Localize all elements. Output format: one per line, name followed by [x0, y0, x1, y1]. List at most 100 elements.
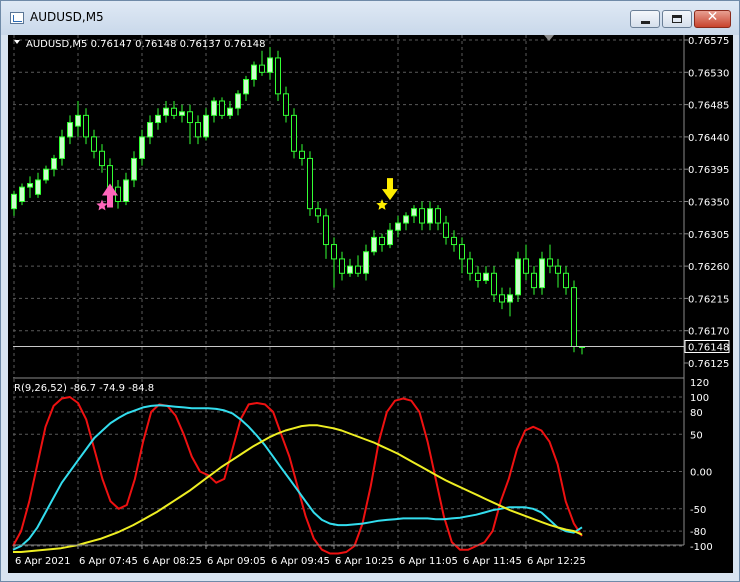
- bear-candle: [435, 208, 441, 224]
- bear-candle: [187, 111, 193, 124]
- indicator-tick-label: 100: [690, 393, 709, 404]
- bull-candle: [75, 114, 81, 127]
- current-price-label: 0.76148: [688, 342, 729, 353]
- bear-candle: [571, 287, 577, 347]
- time-tick-label: 6 Apr 09:45: [271, 556, 330, 567]
- bull-candle: [11, 193, 17, 210]
- bull-candle: [507, 294, 513, 303]
- time-tick-label: 6 Apr 12:25: [527, 556, 586, 567]
- bull-candle: [67, 122, 73, 138]
- bear-candle: [379, 236, 385, 246]
- bear-candle: [195, 122, 201, 138]
- bull-candle: [123, 179, 129, 202]
- bear-candle: [291, 114, 297, 152]
- bear-candle: [91, 136, 97, 152]
- bear-candle: [531, 272, 537, 289]
- indicator-header: R(9,26,52) -86.7 -74.9 -84.8: [14, 383, 154, 394]
- bull-candle: [27, 183, 33, 188]
- time-tick-label: 6 Apr 2021: [15, 556, 70, 567]
- bull-candle: [539, 258, 545, 289]
- maximize-icon: [672, 15, 682, 23]
- bull-candle: [403, 215, 409, 224]
- bull-candle: [515, 258, 521, 296]
- price-tick-label: 0.76215: [688, 294, 729, 305]
- time-tick-label: 6 Apr 09:05: [207, 556, 266, 567]
- bear-candle: [547, 258, 553, 267]
- bear-candle: [299, 150, 305, 159]
- bull-candle: [203, 114, 209, 138]
- bull-candle: [483, 272, 489, 281]
- price-tick-label: 0.76440: [688, 133, 729, 144]
- bull-candle: [35, 179, 41, 195]
- bear-candle: [475, 272, 481, 281]
- bull-candle: [243, 78, 249, 95]
- minimize-icon: [641, 21, 650, 24]
- bear-candle: [99, 150, 105, 167]
- bear-candle: [451, 236, 457, 246]
- bear-candle: [83, 114, 89, 138]
- price-tick-label: 0.76350: [688, 198, 729, 209]
- bear-candle: [283, 93, 289, 116]
- price-tick-label: 0.76305: [688, 230, 729, 241]
- close-button[interactable]: ✕: [694, 9, 731, 28]
- bull-candle: [147, 122, 153, 138]
- price-tick-label: 0.76260: [688, 262, 729, 273]
- bull-candle: [427, 208, 433, 224]
- bear-candle: [307, 157, 313, 210]
- main-chart-header: AUDUSD,M5 0.76147 0.76148 0.76137 0.7614…: [26, 39, 266, 50]
- bull-candle: [163, 107, 169, 116]
- bull-candle: [43, 168, 49, 181]
- bear-candle: [323, 215, 329, 246]
- price-tick-label: 0.76125: [688, 359, 729, 370]
- bull-candle: [347, 265, 353, 274]
- bull-candle: [19, 186, 25, 202]
- chart-area[interactable]: 0.76575 0.76530 0.76485 0.76440 0.76395 0.763…: [8, 35, 733, 573]
- bear-candle: [331, 244, 337, 260]
- bull-candle: [211, 100, 217, 116]
- time-tick-label: 6 Apr 11:45: [463, 556, 522, 567]
- indicator-tick-label: 120: [690, 378, 709, 389]
- bull-candle: [371, 236, 377, 253]
- window-title: AUDUSD,M5: [30, 10, 104, 24]
- bull-candle: [235, 93, 241, 109]
- time-tick-label: 6 Apr 07:45: [79, 556, 138, 567]
- bull-candle: [131, 157, 137, 181]
- bear-candle: [459, 244, 465, 260]
- bull-candle: [51, 157, 57, 170]
- title-bar[interactable]: AUDUSD,M5 ✕: [1, 1, 739, 35]
- bull-candle: [267, 57, 273, 73]
- indicator-tick-label: 0.00: [690, 468, 712, 479]
- price-tick-label: 0.76530: [688, 68, 729, 79]
- indicator-tick-label: -100: [690, 542, 713, 553]
- chart-background: [8, 35, 733, 573]
- indicator-tick-label: 80: [690, 408, 703, 419]
- indicator-tick-label: -50: [690, 505, 706, 516]
- bull-candle: [179, 111, 185, 116]
- chart-canvas[interactable]: 0.76575 0.76530 0.76485 0.76440 0.76395 0.763…: [8, 35, 733, 573]
- bull-candle: [251, 64, 257, 80]
- bear-candle: [555, 265, 561, 274]
- bear-candle: [355, 265, 361, 274]
- bull-candle: [411, 208, 417, 217]
- minimize-button[interactable]: [630, 10, 660, 28]
- bull-candle: [227, 107, 233, 116]
- bear-candle: [563, 272, 569, 289]
- bear-candle: [275, 57, 281, 95]
- time-tick-label: 6 Apr 10:25: [335, 556, 394, 567]
- bull-candle: [395, 222, 401, 231]
- price-tick-label: 0.76485: [688, 101, 729, 112]
- bull-candle: [59, 136, 65, 159]
- bear-candle: [171, 107, 177, 116]
- close-icon: ✕: [706, 9, 719, 25]
- bear-candle: [499, 294, 505, 303]
- bear-candle: [491, 272, 497, 296]
- maximize-button[interactable]: [662, 10, 692, 28]
- chart-window-icon: [10, 12, 24, 24]
- time-tick-label: 6 Apr 08:25: [143, 556, 202, 567]
- bear-candle: [259, 64, 265, 73]
- bull-candle: [139, 136, 145, 159]
- bull-candle: [363, 251, 369, 274]
- bull-candle: [155, 114, 161, 124]
- bear-candle: [315, 208, 321, 217]
- price-tick-label: 0.76575: [688, 36, 729, 47]
